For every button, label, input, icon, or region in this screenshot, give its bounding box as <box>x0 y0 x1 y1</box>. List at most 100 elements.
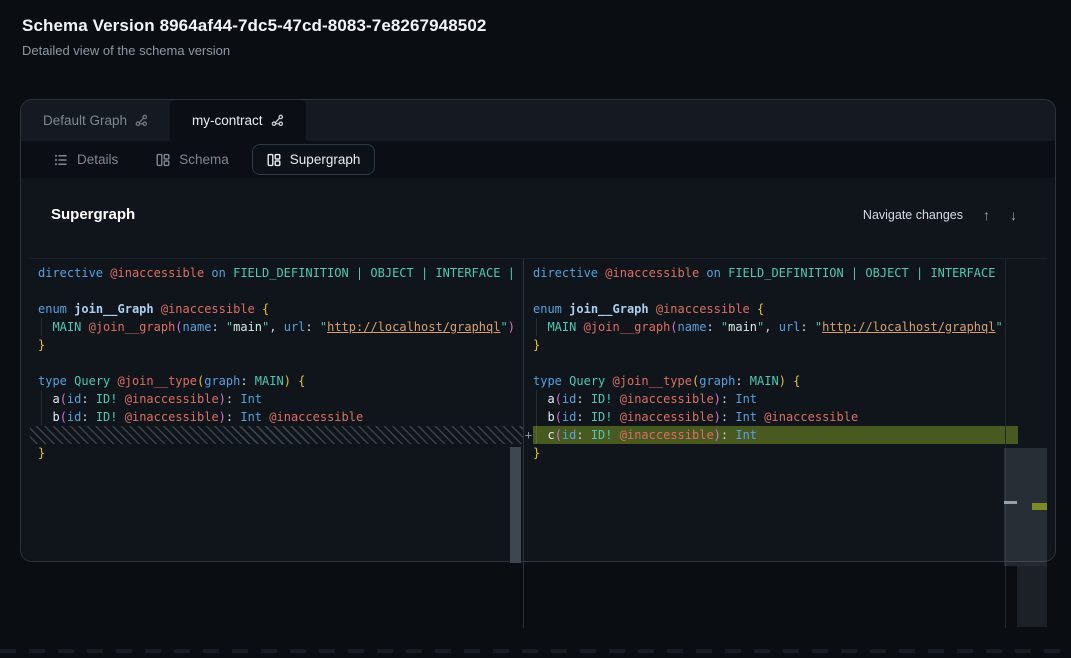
code-token: @inaccessible <box>764 410 858 424</box>
code-token <box>605 374 612 388</box>
code-token: INTERFACE <box>435 266 500 280</box>
code-token: main <box>728 320 757 334</box>
tab-default-graph[interactable]: Default Graph <box>21 100 170 141</box>
tab-schema[interactable]: Schema <box>141 144 244 175</box>
code-line: } <box>38 336 523 354</box>
code-token: Int <box>735 392 757 406</box>
code-token: ID! <box>591 428 613 442</box>
code-token: @inaccessible <box>110 266 204 280</box>
subtab-label: Details <box>77 152 118 167</box>
code-token: } <box>38 338 45 352</box>
code-token: enum <box>38 302 67 316</box>
code-token: OBJECT <box>370 266 413 280</box>
code-token: id <box>562 392 576 406</box>
code-token: @inaccessible <box>125 392 219 406</box>
code-token <box>255 302 262 316</box>
code-token: url <box>284 320 306 334</box>
code-token: on <box>211 266 225 280</box>
diff-original-pane[interactable]: directive @inaccessible on FIELD_DEFINIT… <box>30 259 523 628</box>
code-token: : <box>240 374 254 388</box>
code-token: ( <box>555 428 562 442</box>
navigate-next-change-button[interactable]: ↓ <box>1010 207 1017 223</box>
code-token: ) <box>714 428 721 442</box>
navigate-previous-change-button[interactable]: ↑ <box>983 207 990 223</box>
code-token: ID! <box>96 410 118 424</box>
code-token: MAIN <box>750 374 779 388</box>
code-token: a <box>52 392 59 406</box>
code-token <box>118 410 125 424</box>
code-token: main <box>233 320 262 334</box>
code-token: ) <box>714 410 721 424</box>
code-token: Int <box>240 392 262 406</box>
subtab-label: Supergraph <box>290 152 361 167</box>
code-token <box>118 392 125 406</box>
code-token: | <box>909 266 931 280</box>
tab-my-contract[interactable]: my-contract <box>170 100 306 141</box>
tab-supergraph[interactable]: Supergraph <box>252 144 376 175</box>
view-tab-strip: Details Schema Supergraph <box>21 141 1055 178</box>
code-token: ( <box>670 320 677 334</box>
code-token: : <box>721 410 735 424</box>
code-token: Int <box>240 410 262 424</box>
code-token: @join__graph <box>89 320 176 334</box>
bottom-dashed-divider <box>0 649 1071 653</box>
code-token <box>576 320 583 334</box>
code-line: a(id: ID! @inaccessible): Int <box>533 390 1005 408</box>
code-token: { <box>757 302 764 316</box>
code-token: c <box>547 428 554 442</box>
code-line: directive @inaccessible on FIELD_DEFINIT… <box>38 264 523 282</box>
code-line: b(id: ID! @inaccessible): Int @inaccessi… <box>533 408 1005 426</box>
code-token: id <box>562 428 576 442</box>
code-token: " <box>500 320 507 334</box>
panel-heading: Supergraph <box>51 206 135 223</box>
code-token: : <box>706 320 720 334</box>
code-token: ( <box>175 320 182 334</box>
code-token: : <box>576 392 590 406</box>
code-token: : <box>81 410 95 424</box>
tab-details[interactable]: Details <box>39 144 133 175</box>
diff-spacer-line <box>30 426 523 444</box>
code-token: @join__type <box>613 374 692 388</box>
code-token: ) <box>219 410 226 424</box>
page-header: Schema Version 8964af44-7dc5-47cd-8083-7… <box>0 0 1071 58</box>
schema-diff-editor: directive @inaccessible on FIELD_DEFINIT… <box>30 258 1047 627</box>
navigate-changes: Navigate changes ↑ ↓ <box>863 207 1017 223</box>
code-token: Query <box>569 374 605 388</box>
code-line <box>533 354 1005 372</box>
subtab-label: Schema <box>179 152 229 167</box>
code-token <box>533 428 547 442</box>
code-token: : <box>211 320 225 334</box>
code-line: MAIN @join__graph(name: "main", url: "ht… <box>38 318 523 336</box>
code-token: : <box>576 410 590 424</box>
code-token: join__Graph <box>569 302 648 316</box>
code-token: id <box>67 392 81 406</box>
code-token: { <box>262 302 269 316</box>
left-vertical-scrollbar[interactable] <box>510 447 521 563</box>
code-token: MAIN <box>255 374 284 388</box>
code-token: ) <box>779 374 786 388</box>
code-token: @inaccessible <box>269 410 363 424</box>
code-token: : <box>721 392 735 406</box>
code-token: , <box>269 320 283 334</box>
code-token: MAIN <box>547 320 576 334</box>
code-token <box>154 302 161 316</box>
code-token: ID! <box>591 410 613 424</box>
code-token: http://localhost/graphql <box>822 320 995 334</box>
code-token: name <box>678 320 707 334</box>
code-token <box>613 428 620 442</box>
code-token <box>81 320 88 334</box>
code-token: ID! <box>96 392 118 406</box>
code-line: enum join__Graph @inaccessible { <box>533 300 1005 318</box>
code-line: directive @inaccessible on FIELD_DEFINIT… <box>533 264 1005 282</box>
code-token: : <box>81 392 95 406</box>
code-line: type Query @join__type(graph: MAIN) { <box>38 372 523 390</box>
code-token: } <box>533 338 540 352</box>
code-token: @join__type <box>118 374 197 388</box>
code-line <box>533 282 1005 300</box>
code-line: enum join__Graph @inaccessible { <box>38 300 523 318</box>
right-scrollbar-viewport-overlay-lower[interactable] <box>1017 566 1047 627</box>
code-line: b(id: ID! @inaccessible): Int @inaccessi… <box>38 408 523 426</box>
code-line: MAIN @join__graph(name: "main", url: "ht… <box>533 318 1005 336</box>
diff-modified-pane[interactable]: directive @inaccessible on FIELD_DEFINIT… <box>524 259 1005 628</box>
code-line: } <box>38 444 523 462</box>
